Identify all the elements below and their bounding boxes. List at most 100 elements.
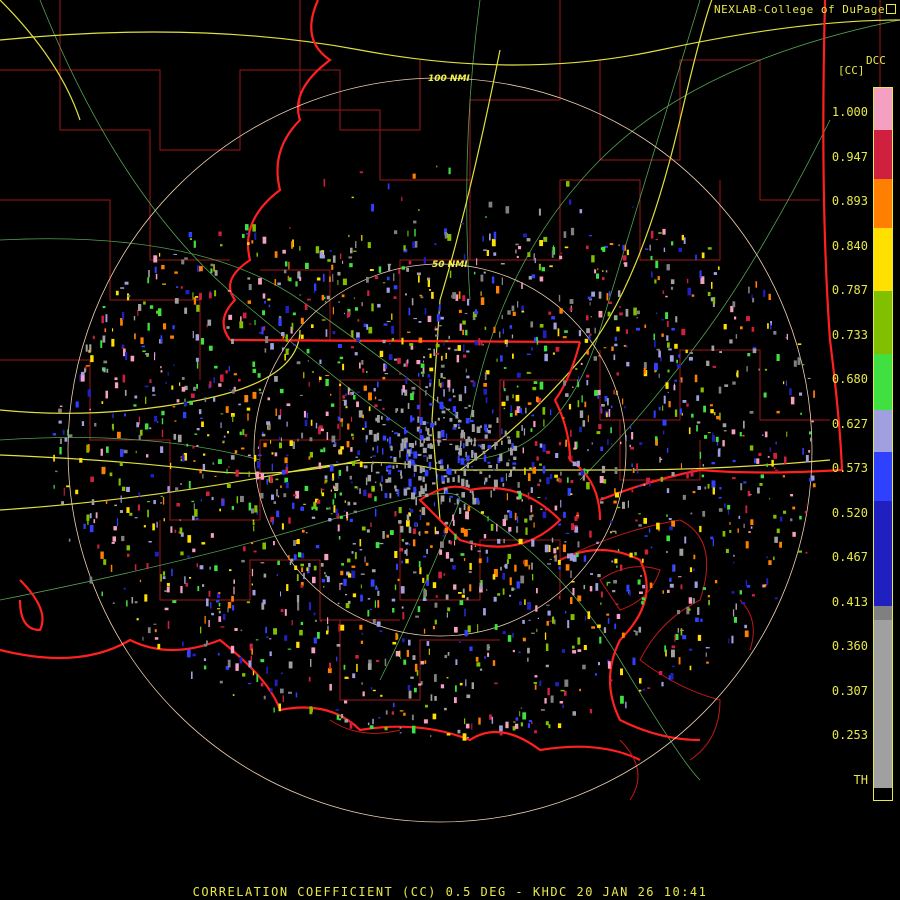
echo-pixel (786, 333, 788, 340)
echo-pixel (191, 671, 193, 679)
echo-pixel (779, 516, 783, 522)
echo-pixel (418, 337, 423, 343)
echo-pixel (461, 492, 465, 498)
echo-pixel (201, 421, 204, 427)
echo-pixel (582, 664, 586, 670)
echo-pixel (351, 570, 356, 578)
echo-pixel (394, 489, 398, 492)
echo-pixel (539, 680, 542, 687)
echo-pixel (739, 432, 742, 437)
echo-pixel (341, 563, 344, 566)
echo-pixel (68, 538, 71, 542)
echo-pixel (485, 549, 488, 554)
echo-pixel (478, 558, 482, 564)
echo-pixel (326, 507, 329, 510)
echo-pixel (462, 320, 466, 325)
echo-pixel (407, 460, 411, 469)
echo-pixel (305, 262, 309, 269)
echo-pixel (638, 513, 641, 515)
echo-pixel (583, 555, 587, 562)
echo-pixel (313, 289, 315, 294)
echo-pixel (544, 698, 547, 704)
echo-pixel (120, 287, 125, 289)
echo-pixel (281, 332, 285, 336)
echo-pixel (233, 373, 238, 376)
echo-pixel (279, 442, 282, 449)
echo-pixel (434, 243, 437, 246)
echo-pixel (337, 271, 341, 276)
echo-pixel (206, 491, 210, 497)
echo-pixel (455, 685, 457, 692)
echo-pixel (127, 295, 131, 298)
echo-pixel (189, 238, 192, 240)
echo-pixel (279, 388, 284, 394)
echo-pixel (712, 539, 714, 547)
echo-pixel (123, 449, 128, 454)
echo-pixel (339, 383, 342, 387)
echo-pixel (666, 551, 668, 553)
echo-pixel (374, 496, 377, 502)
echo-pixel (289, 440, 293, 446)
echo-pixel (326, 432, 329, 440)
echo-pixel (218, 610, 221, 614)
echo-pixel (141, 345, 146, 348)
echo-pixel (624, 406, 626, 409)
echo-pixel (416, 272, 421, 276)
echo-pixel (174, 271, 178, 274)
echo-pixel (473, 470, 478, 472)
echo-pixel (643, 484, 646, 486)
echo-pixel (366, 324, 369, 330)
echo-pixel (610, 531, 612, 534)
echo-pixel (226, 326, 230, 329)
echo-pixel (336, 656, 338, 662)
echo-pixel (419, 531, 421, 536)
echo-pixel (680, 377, 683, 383)
echo-pixel (301, 432, 304, 439)
echo-pixel (615, 492, 619, 498)
echo-pixel (734, 316, 737, 320)
credit-label[interactable]: NEXLAB-College of DuPage (714, 3, 896, 16)
echo-pixel (341, 294, 345, 298)
echo-pixel (674, 379, 677, 382)
echo-pixel (471, 682, 474, 689)
echo-pixel (154, 416, 158, 422)
echo-pixel (175, 487, 179, 492)
legend-label-7: 0.627 (831, 416, 868, 431)
echo-pixel (213, 397, 216, 402)
echo-pixel (248, 471, 250, 477)
echo-pixel (323, 586, 325, 588)
echo-pixel (527, 252, 531, 257)
radar-map[interactable]: 50 NMI 100 NMI (0, 0, 900, 900)
echo-pixel (369, 269, 374, 271)
echo-pixel (174, 298, 179, 304)
echo-pixel (507, 635, 512, 642)
echo-pixel (340, 253, 342, 260)
echo-pixel (119, 462, 123, 466)
echo-pixel (768, 560, 772, 565)
legend-swatch-5 (874, 354, 892, 410)
echo-pixel (441, 405, 445, 410)
echo-pixel (626, 361, 630, 367)
echo-pixel (790, 518, 793, 522)
echo-pixel (743, 523, 745, 528)
echo-pixel (575, 552, 579, 557)
echo-pixel (214, 270, 218, 276)
legend-swatch-6 (874, 410, 892, 452)
echo-pixel (171, 568, 173, 577)
echo-pixel (401, 337, 404, 345)
echo-pixel (400, 657, 402, 659)
echo-pixel (513, 721, 516, 723)
echo-pixel (365, 562, 369, 566)
echo-pixel (192, 653, 196, 657)
echo-pixel (389, 530, 394, 535)
echo-pixel (618, 244, 620, 247)
echo-pixel (521, 499, 523, 502)
echo-pixel (516, 430, 520, 438)
echo-pixel (751, 327, 755, 332)
echo-pixel (706, 360, 710, 366)
echo-pixel (321, 492, 325, 497)
echo-pixel (394, 230, 398, 235)
echo-pixel (90, 355, 94, 363)
echo-pixel (162, 283, 166, 285)
echo-pixel (413, 220, 417, 224)
